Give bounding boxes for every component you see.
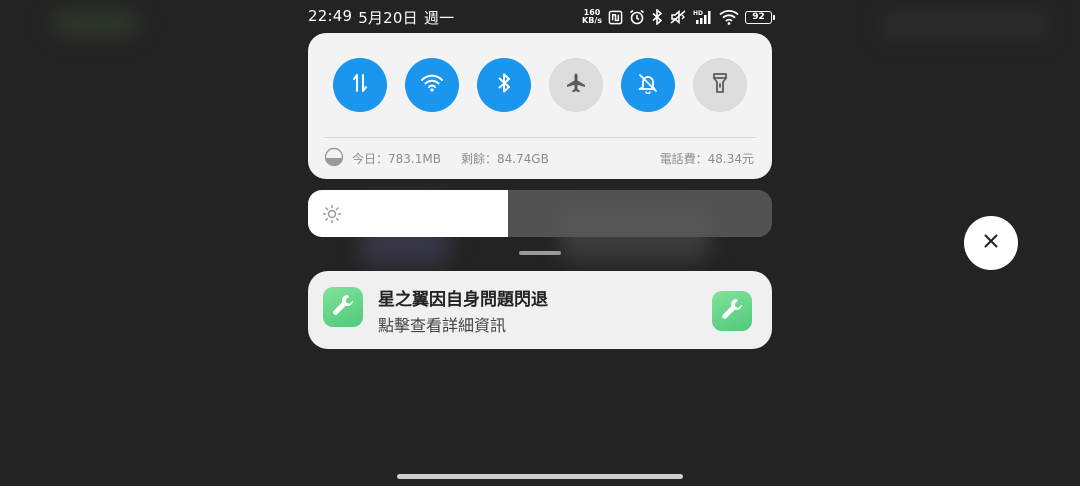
notification-title: 星之翼因自身問題閃退 [378, 290, 548, 310]
phone-bill: 電話費：48.34元 [659, 151, 754, 166]
quick-settings-divider [324, 137, 756, 138]
status-datetime: 22:49 5月20日 週一 [308, 7, 454, 28]
mute-vibrate-icon [669, 9, 687, 25]
app-icon [323, 287, 363, 327]
status-time: 22:49 [308, 6, 353, 25]
home-indicator[interactable] [397, 474, 683, 479]
wrench-icon [330, 292, 356, 322]
background-blur [50, 10, 140, 36]
battery-icon: 92 [745, 10, 775, 24]
battery-level: 92 [752, 12, 765, 22]
status-icons: 160 KB/s HD 92 [582, 9, 775, 25]
mobile-data-icon [349, 72, 371, 98]
bluetooth-icon [496, 72, 512, 98]
close-button[interactable] [964, 216, 1018, 270]
notification-action-button[interactable] [712, 291, 752, 331]
svg-text:HD: HD [693, 10, 703, 17]
status-weekday: 週一 [423, 8, 455, 27]
flashlight-icon [710, 71, 730, 99]
nfc-icon [608, 10, 623, 25]
data-usage-row[interactable]: 今日：783.1MB 剩餘：84.74GB 電話費：48.34元 [324, 147, 754, 170]
bluetooth-status-icon [651, 9, 663, 25]
data-usage-today: 今日：783.1MB [352, 151, 441, 166]
toggle-flashlight[interactable] [693, 58, 747, 112]
network-speed-unit: KB/s [582, 16, 602, 25]
crash-notification[interactable]: 星之翼因自身問題閃退 點擊查看詳細資訊 [308, 271, 772, 349]
data-usage-icon [324, 147, 344, 170]
notification-shade: 22:49 5月20日 週一 160 KB/s HD 92 今日：783.1MB… [0, 0, 1080, 486]
wifi-icon [420, 73, 444, 97]
status-date: 5月20日 [358, 8, 418, 27]
airplane-icon [565, 72, 587, 98]
sun-icon [322, 204, 342, 228]
wrench-icon [719, 296, 745, 326]
brightness-slider[interactable] [308, 190, 772, 237]
toggle-bluetooth[interactable] [477, 58, 531, 112]
toggle-wifi[interactable] [405, 58, 459, 112]
toggle-silent-mode[interactable] [621, 58, 675, 112]
quick-settings-panel: 今日：783.1MB 剩餘：84.74GB 電話費：48.34元 [308, 33, 772, 179]
close-icon [983, 233, 999, 253]
bell-off-icon [637, 72, 659, 98]
toggle-airplane-mode[interactable] [549, 58, 603, 112]
drag-handle[interactable] [519, 251, 561, 255]
alarm-icon [629, 9, 645, 25]
notification-subtitle: 點擊查看詳細資訊 [378, 316, 507, 335]
background-blur [880, 10, 1050, 40]
toggle-mobile-data[interactable] [333, 58, 387, 112]
data-usage-remaining: 剩餘：84.74GB [460, 151, 549, 166]
status-bar: 22:49 5月20日 週一 160 KB/s HD 92 [308, 5, 775, 29]
wifi-status-icon [719, 9, 739, 25]
network-speed: 160 KB/s [582, 9, 602, 25]
signal-hd-icon: HD [693, 9, 713, 25]
